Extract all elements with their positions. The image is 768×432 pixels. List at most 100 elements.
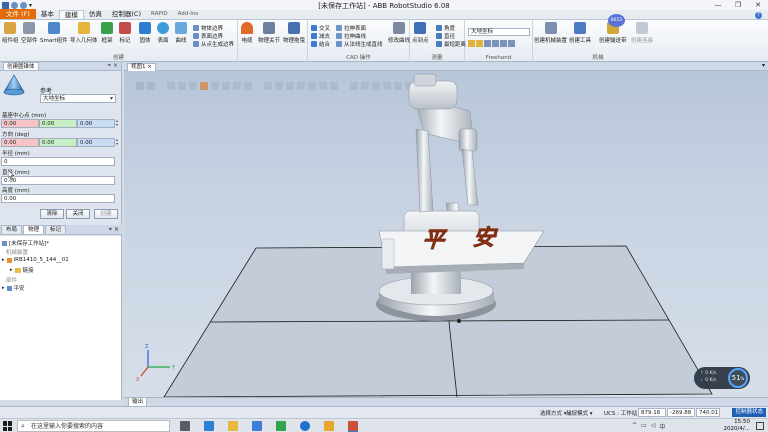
panel-close-icon[interactable]: × xyxy=(113,62,118,69)
orientation-z-input[interactable]: 0.00 xyxy=(77,138,115,147)
surface-button[interactable]: 表面 xyxy=(157,22,169,44)
angle-button[interactable]: 角度 xyxy=(436,24,455,32)
tree-station[interactable]: [未保存工作站]* xyxy=(2,239,49,247)
height-input[interactable]: 0.00 xyxy=(1,194,115,203)
tab-rapid[interactable]: RAPID xyxy=(146,10,173,19)
task-view-icon[interactable] xyxy=(180,421,190,431)
physics-joint-button[interactable]: 物理关节 xyxy=(258,22,280,44)
expand-icon[interactable]: ▸ xyxy=(10,267,13,273)
surface-border-button[interactable]: 表面边界 xyxy=(193,32,223,40)
expand-icon[interactable]: ▸ xyxy=(2,257,5,263)
tab-addins[interactable]: Add-Ins xyxy=(173,10,204,19)
tree-links[interactable]: ▸ 链接 xyxy=(10,266,34,274)
tag-button[interactable]: 标记 xyxy=(119,22,131,44)
taskbar-clock[interactable]: 15:50 2020/4/... xyxy=(724,419,750,432)
base-center-y-input[interactable]: 0.00 xyxy=(39,119,77,128)
tree-part-pingan[interactable]: ▸ 平安 xyxy=(2,284,25,292)
help-icon[interactable]: ? xyxy=(755,12,762,19)
tab-view1[interactable]: 视图1 × xyxy=(127,63,156,71)
robotstudio-taskbar-icon[interactable] xyxy=(348,421,358,431)
orientation-spin-icon[interactable]: ▴ ▾ xyxy=(116,138,121,147)
line-from-normal-button[interactable]: 从法线生成直线 xyxy=(336,40,383,48)
tab-file[interactable]: 文件 (F) xyxy=(0,9,36,19)
component-group-button[interactable]: 组件组 xyxy=(2,22,19,44)
jog-linear-icon[interactable] xyxy=(492,40,499,47)
physics-drag-button[interactable]: 物理拖曳 xyxy=(283,22,305,44)
maximize-button[interactable]: ❐ xyxy=(728,0,748,10)
view-tabs-dropdown-icon[interactable]: ▾ xyxy=(762,62,765,69)
radius-input[interactable]: 0 xyxy=(1,157,115,166)
create-cone-tab[interactable]: 创建圆锥体 xyxy=(3,62,39,70)
controller-status-button[interactable]: 控制器状态 xyxy=(732,408,766,417)
expand-icon[interactable]: ▸ xyxy=(2,285,5,291)
notification-badge[interactable]: 8652 xyxy=(608,14,625,27)
browser-panel-close-icon[interactable]: ⌖ × xyxy=(109,225,119,234)
create-tool-button[interactable]: 创建工具 xyxy=(569,22,591,44)
border-from-points-button[interactable]: 从点生成边界 xyxy=(193,40,234,48)
diameter-input[interactable]: 0.00 xyxy=(1,176,115,185)
store-icon[interactable] xyxy=(252,421,262,431)
tab-layout[interactable]: 布局 xyxy=(1,225,23,234)
jog-reorient-icon[interactable] xyxy=(500,40,507,47)
taskbar-search-input[interactable]: ⌕ 在这里输入你要搜索的内容 xyxy=(17,420,170,432)
min-distance-button[interactable]: 最短距离 xyxy=(436,40,466,48)
app-yellow-icon[interactable] xyxy=(324,421,334,431)
snap-mode-dropdown[interactable]: 捕捉模式 ▾ xyxy=(566,409,593,417)
volume-icon[interactable]: ◁ xyxy=(651,422,656,431)
reference-select[interactable]: 大地坐标 xyxy=(40,94,116,103)
create-connection-button[interactable]: 创建连接 xyxy=(631,22,653,44)
close-button[interactable]: ✕ xyxy=(748,0,768,10)
extrude-surface-button[interactable]: 拉伸表面 xyxy=(336,24,366,32)
tab-home[interactable]: 基本 xyxy=(36,10,59,19)
network-icon[interactable]: ▭ xyxy=(641,422,647,431)
union-button[interactable]: 结合 xyxy=(311,40,330,48)
cable-button[interactable]: 电缆 xyxy=(241,22,253,44)
tree-robot-irb1410[interactable]: ▸ IRB1410_5_144__01 xyxy=(2,257,69,263)
tab-controller[interactable]: 控制器(C) xyxy=(107,10,146,19)
base-center-z-input[interactable]: 0.00 xyxy=(77,119,115,128)
move-icon[interactable] xyxy=(468,40,475,47)
system-monitor-widget[interactable]: ↑ 0 K/s ↓ 0 K/s 51% xyxy=(694,367,750,389)
solid-button[interactable]: 固体 xyxy=(139,22,151,44)
jog-joint-icon[interactable] xyxy=(484,40,491,47)
base-center-spin-icon[interactable]: ▴ ▾ xyxy=(116,119,121,128)
create-button[interactable]: 创建 xyxy=(94,209,118,219)
freehand-reference-select[interactable]: 大地坐标 xyxy=(468,28,530,36)
tab-tags[interactable]: 标记 xyxy=(45,225,67,234)
smart-component-button[interactable]: Smart组件 xyxy=(40,22,68,44)
curve-button[interactable]: 曲线 xyxy=(175,22,187,44)
notification-center-icon[interactable] xyxy=(756,422,764,430)
file-explorer-icon[interactable] xyxy=(228,421,238,431)
frame-button[interactable]: 框架 xyxy=(101,22,113,44)
input-method-icon[interactable]: 中 xyxy=(659,422,665,431)
create-mechanism-button[interactable]: 创建机械装置 xyxy=(534,22,567,44)
minimize-button[interactable]: — xyxy=(708,0,728,10)
view-tab-close-icon[interactable]: × xyxy=(147,64,152,70)
modify-curve-button[interactable]: 修改曲线 xyxy=(388,22,410,44)
rotate-icon[interactable] xyxy=(476,40,483,47)
edge-browser-icon[interactable] xyxy=(204,421,214,431)
app-blue-icon[interactable] xyxy=(300,421,310,431)
diameter-button[interactable]: 直径 xyxy=(436,32,455,40)
multi-robot-jog-icon[interactable] xyxy=(508,40,515,47)
intersect-button[interactable]: 交叉 xyxy=(311,24,330,32)
tab-simulation[interactable]: 仿真 xyxy=(84,10,107,19)
subtract-button[interactable]: 减去 xyxy=(311,32,330,40)
orientation-x-input[interactable]: 0.00 xyxy=(1,138,39,147)
base-center-x-input[interactable]: 0.00 xyxy=(1,119,39,128)
empty-part-button[interactable]: 空部件 xyxy=(21,22,38,44)
tray-arrow-icon[interactable]: ^ xyxy=(632,422,637,431)
close-panel-button[interactable]: 关闭 xyxy=(66,209,90,219)
start-button[interactable] xyxy=(3,421,13,431)
selection-mode-dropdown[interactable]: 选择方式 ▾ xyxy=(540,409,567,417)
clear-button[interactable]: 清除 xyxy=(40,209,64,219)
body-border-button[interactable]: 物体边界 xyxy=(193,24,223,32)
tab-modeling[interactable]: 建模 xyxy=(58,10,84,19)
tab-physics[interactable]: 物理 xyxy=(23,225,45,234)
orientation-y-input[interactable]: 0.00 xyxy=(39,138,77,147)
app-green-icon[interactable] xyxy=(276,421,286,431)
point-to-point-button[interactable]: 点到点 xyxy=(412,22,429,44)
3d-viewport[interactable]: 平 安 Z Y X ↑ 0 K/s ↓ 0 K/s 51% xyxy=(124,71,768,397)
import-geometry-button[interactable]: 导入几何体 xyxy=(70,22,98,44)
pin-icon[interactable]: ⌖ xyxy=(108,62,111,69)
